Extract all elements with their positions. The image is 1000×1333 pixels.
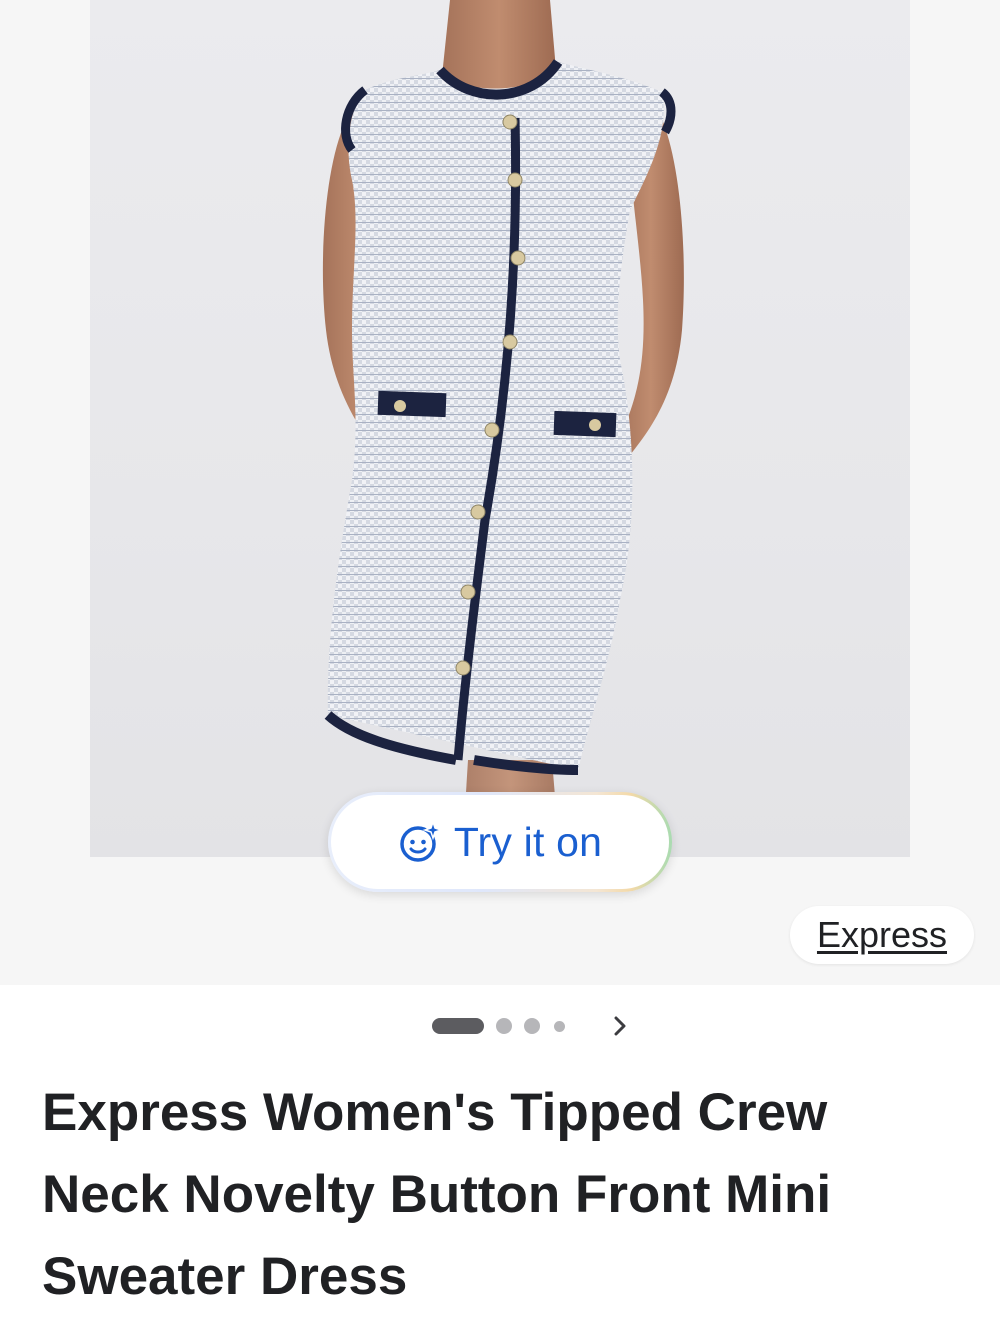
chevron-right-icon[interactable] xyxy=(604,1009,638,1043)
source-chip-express[interactable]: Express xyxy=(790,906,974,964)
carousel-dot[interactable] xyxy=(496,1018,512,1034)
try-it-on-label: Try it on xyxy=(453,818,603,865)
product-image[interactable] xyxy=(90,0,910,857)
carousel-dot[interactable] xyxy=(554,1020,565,1032)
try-it-on-button[interactable]: Try it on xyxy=(328,792,672,892)
try-on-sparkle-face-icon xyxy=(400,820,442,862)
product-title[interactable]: Express Women's Tipped Crew Neck Novelty… xyxy=(42,1072,942,1318)
source-label: Express xyxy=(816,914,948,955)
product-page: Try it on Express Express Women's Tipped… xyxy=(0,0,1000,1333)
try-it-on-button-inner: Try it on xyxy=(331,795,669,889)
carousel-dot[interactable] xyxy=(524,1018,540,1034)
image-carousel-indicator xyxy=(432,1012,565,1040)
carousel-dot-active[interactable] xyxy=(432,1018,484,1034)
product-hero: Try it on Express xyxy=(0,0,1000,985)
